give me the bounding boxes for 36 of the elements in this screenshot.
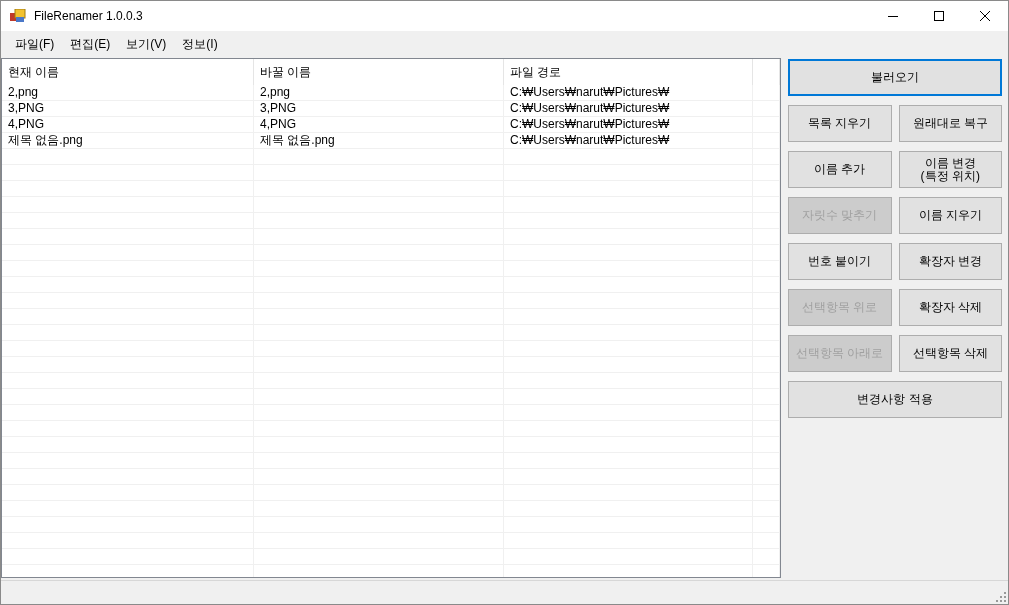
table-cell: C:₩Users₩narut₩Pictures₩ [504, 101, 753, 116]
table-cell: 4,PNG [254, 117, 504, 132]
table-cell: C:₩Users₩narut₩Pictures₩ [504, 117, 753, 132]
maximize-icon [934, 11, 944, 21]
window-title: FileRenamer 1.0.0.3 [34, 8, 143, 25]
action-button[interactable]: 확장자 삭제 [898, 289, 1002, 326]
action-button[interactable]: 이름 변경 (특정 위치) [898, 151, 1002, 188]
action-button[interactable]: 이름 지우기 [898, 197, 1002, 234]
action-button[interactable]: 번호 붙이기 [788, 243, 892, 280]
table-cell: 3,PNG [2, 101, 254, 116]
menu-item[interactable]: 파일(F) [7, 32, 63, 56]
table-cell: 4,PNG [2, 117, 254, 132]
column-header[interactable]: 현재 이름 [2, 59, 254, 85]
table-cell: 3,PNG [254, 101, 504, 116]
action-button[interactable]: 불러오기 [788, 59, 1002, 96]
minimize-icon [888, 15, 898, 17]
menu-item[interactable]: 편집(E) [62, 32, 119, 56]
column-header[interactable]: 파일 경로 [504, 59, 753, 85]
table-cell: 2,png [2, 85, 254, 100]
table-cell: C:₩Users₩narut₩Pictures₩ [504, 133, 753, 148]
menu-item[interactable]: 정보(I) [174, 32, 226, 56]
action-button[interactable]: 확장자 변경 [898, 243, 1002, 280]
action-button[interactable]: 선택항목 삭제 [898, 335, 1002, 372]
close-icon [980, 11, 990, 21]
table-cell: 제목 없음.png [254, 133, 504, 148]
action-button[interactable]: 변경사항 적용 [788, 381, 1002, 418]
action-button[interactable]: 원래대로 복구 [898, 105, 1002, 142]
column-header[interactable]: 바꿀 이름 [254, 59, 504, 85]
resize-grip-icon[interactable] [996, 592, 1006, 602]
table-cell: 2,png [254, 85, 504, 100]
app-icon [10, 9, 26, 23]
table-cell: C:₩Users₩narut₩Pictures₩ [504, 85, 753, 100]
table-cell: 제목 없음.png [2, 133, 254, 148]
action-button[interactable]: 이름 추가 [788, 151, 892, 188]
menu-item[interactable]: 보기(V) [118, 32, 175, 56]
action-button[interactable]: 목록 지우기 [788, 105, 892, 142]
